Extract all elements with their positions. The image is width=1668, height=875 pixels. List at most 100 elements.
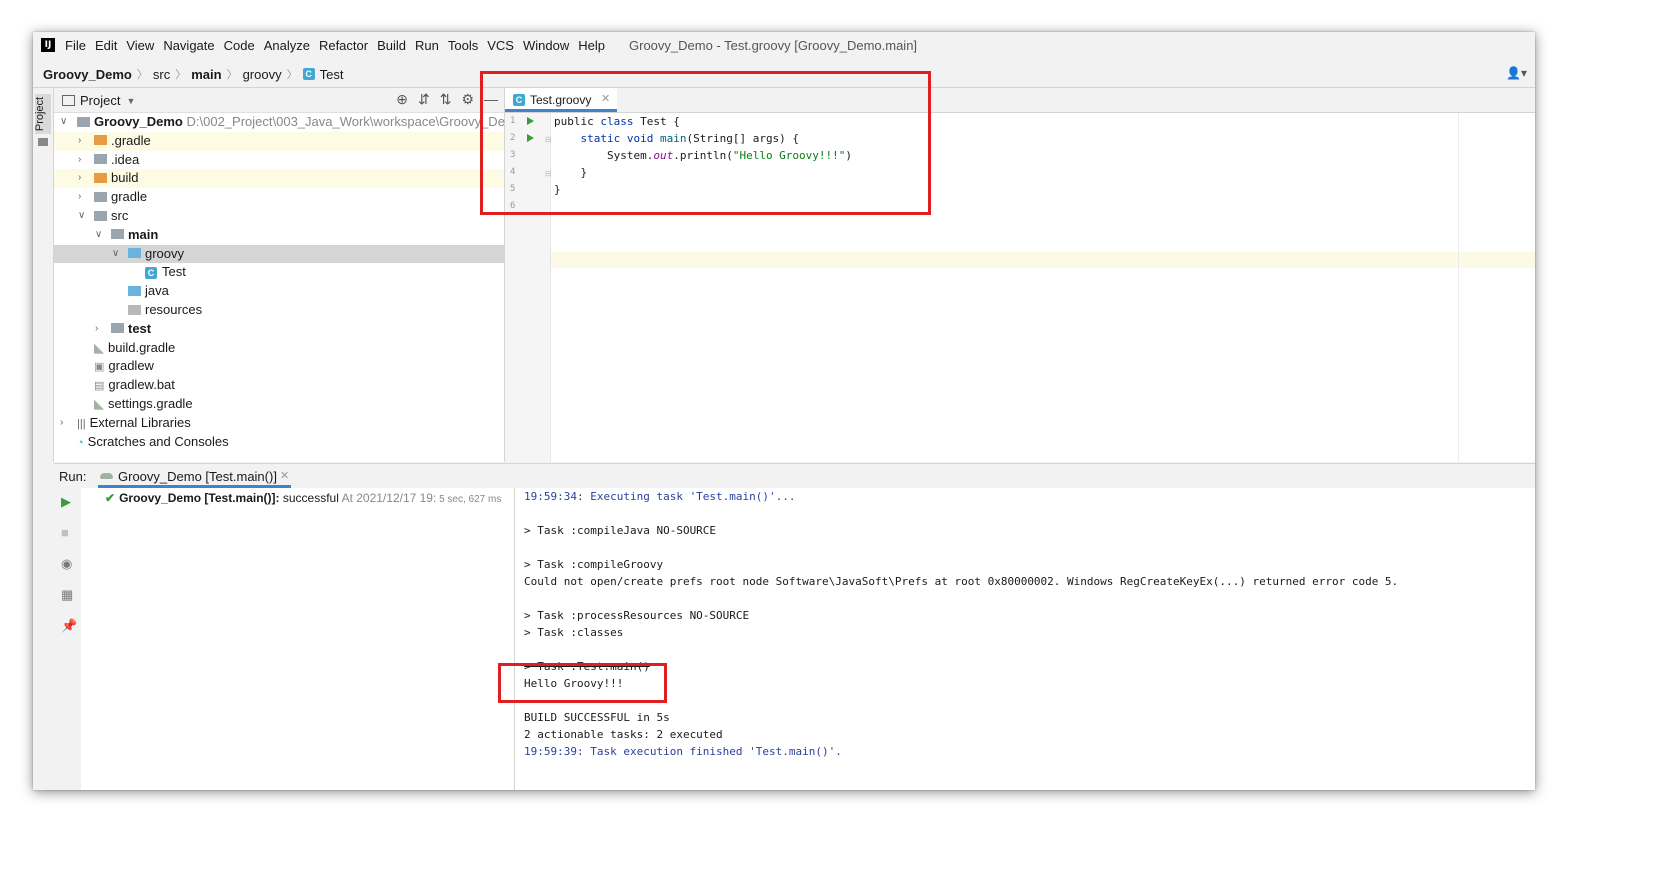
chevron-right-icon: 〉 [175, 69, 187, 81]
chevron-right-icon: › [95, 322, 99, 334]
run-panel-header: Run: Groovy_Demo [Test.main()] ✕ [54, 463, 1535, 489]
gradle-elephant-icon: ◣ [94, 395, 104, 411]
script-file-icon: ▣ [94, 361, 105, 374]
groovy-class-icon: C [145, 267, 157, 280]
close-icon[interactable]: ✕ [280, 469, 289, 482]
console-output[interactable]: 19:59:34: Executing task 'Test.main()'..… [515, 488, 1535, 790]
menu-file[interactable]: File [65, 38, 86, 53]
menu-refactor[interactable]: Refactor [319, 38, 368, 53]
console-line: > Task :classes [524, 626, 624, 639]
rerun-icon[interactable]: ▶ [61, 494, 71, 510]
project-tree: ∨ Groovy_Demo D:\002_Project\003_Java_Wo… [54, 113, 523, 452]
console-line: Could not open/create prefs root node So… [524, 575, 1399, 588]
tree-item-groovy-demo[interactable]: ∨ Groovy_Demo D:\002_Project\003_Java_Wo… [54, 113, 523, 132]
collapse-all-icon[interactable]: ⇅ [440, 91, 452, 108]
run-tab[interactable]: Groovy_Demo [Test.main()] ✕ [98, 464, 291, 488]
console-line: 2 actionable tasks: 2 executed [524, 728, 723, 741]
run-toolbar: ▶ ■ ◉ ▦ 📌 [54, 488, 82, 790]
menu-run[interactable]: Run [415, 38, 439, 53]
eye-icon[interactable]: ◉ [61, 556, 72, 572]
folder-icon [94, 154, 107, 165]
menu-window[interactable]: Window [523, 38, 569, 53]
project-tool-tab[interactable]: Project [34, 94, 51, 134]
code-highlight-box [480, 71, 931, 215]
source-set-folder-icon [111, 229, 124, 240]
gear-icon[interactable]: ⚙ [461, 91, 474, 108]
tree-item-gradlew[interactable]: ▣ gradlew [54, 357, 504, 376]
breadcrumb-project[interactable]: Groovy_Demo [43, 67, 132, 82]
project-panel: Project ▼ ⊕ ⇵ ⇅ ⚙ — ∨ Groovy_Demo D:\002… [54, 88, 523, 462]
breadcrumb-main[interactable]: main [191, 67, 221, 82]
gradle-elephant-icon [100, 473, 113, 479]
pin-icon[interactable]: 📌 [61, 618, 77, 634]
source-folder-icon [128, 248, 141, 259]
menu-code[interactable]: Code [224, 38, 255, 53]
menu-vcs[interactable]: VCS [487, 38, 514, 53]
tree-item-build-gradle[interactable]: ◣ build.gradle [54, 339, 504, 358]
breadcrumb-test[interactable]: Test [320, 67, 344, 82]
menu-tools[interactable]: Tools [448, 38, 478, 53]
tree-item-gradlew-bat[interactable]: ▤ gradlew.bat [54, 376, 504, 395]
run-result-row[interactable]: ✔ Groovy_Demo [Test.main()]: successful A… [105, 491, 501, 505]
layout-icon[interactable]: ▦ [61, 587, 73, 603]
source-set-folder-icon [111, 323, 124, 334]
chevron-down-icon: ∨ [112, 247, 120, 259]
project-panel-header: Project ▼ ⊕ ⇵ ⇅ ⚙ — [54, 88, 504, 113]
chevron-right-icon: › [78, 172, 82, 184]
console-line: > Task :compileGroovy [524, 558, 664, 571]
batch-file-icon: ▤ [94, 380, 105, 393]
tree-item-scratches[interactable]: ◔ Scratches and Consoles [54, 433, 504, 452]
project-view-selector[interactable]: Project ▼ [62, 93, 135, 108]
intellij-app-icon: IJ [41, 38, 55, 52]
current-line-highlight [551, 252, 1535, 268]
menu-navigate[interactable]: Navigate [163, 38, 214, 53]
menu-edit[interactable]: Edit [95, 38, 117, 53]
tree-item-java[interactable]: java [54, 282, 504, 301]
user-icon[interactable]: 👤▾ [1506, 66, 1527, 80]
expand-all-icon[interactable]: ⇵ [418, 91, 430, 108]
folder-icon [94, 172, 107, 183]
tree-item-test-class[interactable]: C Test [54, 263, 504, 282]
folder-icon [38, 138, 48, 146]
menu-items: File Edit View Navigate Code Analyze Ref… [65, 38, 614, 53]
tree-item-gradle[interactable]: › gradle [54, 188, 504, 207]
project-view-icon [62, 95, 75, 106]
run-result-tree: ✔ Groovy_Demo [Test.main()]: successful A… [81, 488, 515, 790]
chevron-right-icon: › [78, 191, 82, 203]
chevron-right-icon: › [78, 134, 82, 146]
menu-build[interactable]: Build [377, 38, 406, 53]
tree-item-gradle-dir[interactable]: › .gradle [54, 131, 504, 151]
menu-bar: IJ File Edit View Navigate Code Analyze … [33, 32, 1535, 60]
tree-item-groovy[interactable]: ∨ groovy [54, 244, 504, 264]
stop-icon[interactable]: ■ [61, 525, 69, 540]
run-label: Run: [59, 469, 87, 484]
tree-item-idea[interactable]: › .idea [54, 151, 504, 170]
menu-help[interactable]: Help [578, 38, 605, 53]
left-tool-strip: Project [33, 88, 54, 462]
scratches-icon: ◔ [77, 436, 84, 449]
console-line: 19:59:34: Executing task 'Test.main()'..… [524, 490, 796, 503]
chevron-down-icon: ∨ [95, 228, 103, 240]
check-icon: ✔ [105, 491, 116, 505]
console-line: 19:59:39: Task execution finished 'Test.… [524, 745, 842, 758]
chevron-down-icon: ▼ [126, 95, 136, 106]
tree-item-settings-gradle[interactable]: ◣ settings.gradle [54, 395, 504, 414]
groovy-class-icon: C [302, 68, 315, 80]
folder-icon [94, 191, 107, 202]
tree-item-main[interactable]: ∨ main [54, 226, 504, 245]
tree-item-test-dir[interactable]: › test [54, 320, 504, 339]
console-line: > Task :compileJava NO-SOURCE [524, 524, 717, 537]
module-folder-icon [77, 116, 90, 127]
tree-item-build[interactable]: › build [54, 169, 504, 189]
menu-view[interactable]: View [126, 38, 154, 53]
tree-item-resources[interactable]: resources [54, 301, 504, 320]
breadcrumb-groovy[interactable]: groovy [243, 67, 282, 82]
locate-icon[interactable]: ⊕ [396, 91, 408, 108]
tree-item-external-libraries[interactable]: › ||| External Libraries [54, 414, 504, 433]
menu-analyze[interactable]: Analyze [264, 38, 310, 53]
tree-item-src[interactable]: ∨ src [54, 207, 504, 226]
breadcrumb-src[interactable]: src [153, 67, 170, 82]
gradle-elephant-icon: ◣ [94, 339, 104, 355]
chevron-right-icon: › [60, 416, 64, 428]
output-highlight-box [498, 663, 667, 703]
